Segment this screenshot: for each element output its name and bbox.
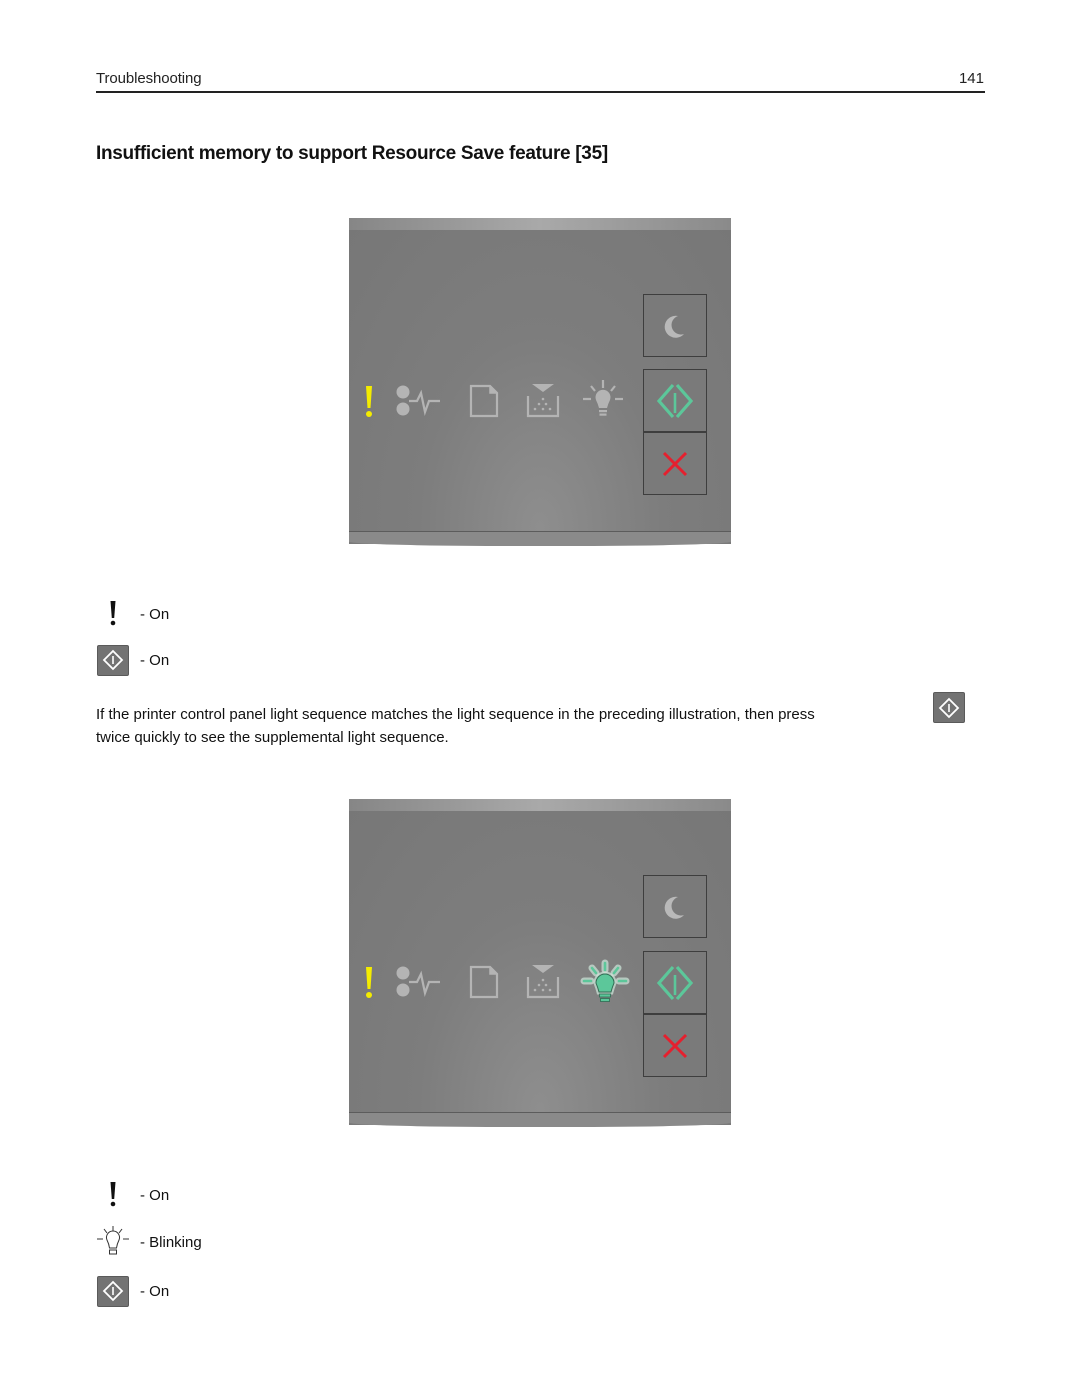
lightbulb-icon [583,380,623,416]
start-button[interactable] [643,951,707,1014]
x-icon [662,451,688,476]
sleep-button[interactable] [643,294,707,357]
panel-top-band [349,799,731,811]
panel-top-band [349,218,731,230]
start-diamond-icon [656,965,694,1000]
moon-icon [664,896,684,919]
lightbulb-icon [97,1226,129,1255]
panel-bottom-edge [349,531,731,546]
exclamation-icon [110,1182,116,1207]
inline-start-button-icon [933,692,965,723]
legend-label: - On [140,1282,170,1300]
lightbulb-icon [580,959,630,1002]
start-button-icon [933,692,965,723]
instruction-line-2: twice quickly to see the supplemental li… [96,729,449,746]
toner-icon [526,965,560,999]
ready-data-icon [396,385,440,416]
legend-item: - On [96,1178,169,1212]
x-icon [662,1033,688,1058]
cancel-button[interactable] [643,1014,707,1077]
legend-item: - On [96,643,169,677]
start-diamond-icon [656,383,694,418]
start-button-icon [97,644,129,676]
paper-icon [469,965,499,999]
control-panel-illustration-2 [349,799,731,1127]
legend-label: - Blinking [140,1233,202,1251]
legend-item: - On [96,597,169,631]
exclamation-icon [366,386,372,417]
header-divider [96,91,985,93]
section-title: Insufficient memory to support Resource … [96,143,608,164]
control-panel-illustration-1 [349,218,731,546]
cancel-button[interactable] [643,432,707,495]
panel-bottom-edge [349,1112,731,1127]
ready-data-icon [396,966,440,997]
start-button[interactable] [643,369,707,432]
running-header-section: Troubleshooting [96,70,202,87]
sleep-button[interactable] [643,875,707,938]
moon-icon [664,315,684,338]
toner-icon [526,384,560,418]
legend-label: - On [140,605,170,623]
exclamation-icon [110,601,116,626]
page-number: 141 [958,70,984,87]
legend-item: - On [96,1274,169,1308]
paper-icon [469,384,499,418]
legend-item: - Blinking [96,1225,202,1259]
start-button-icon [97,1275,129,1307]
legend-label: - On [140,1186,170,1204]
instruction-paragraph: If the printer control panel light seque… [96,703,986,749]
instruction-line-1: If the printer control panel light seque… [96,706,815,723]
exclamation-icon [366,967,372,998]
legend-label: - On [140,651,170,669]
